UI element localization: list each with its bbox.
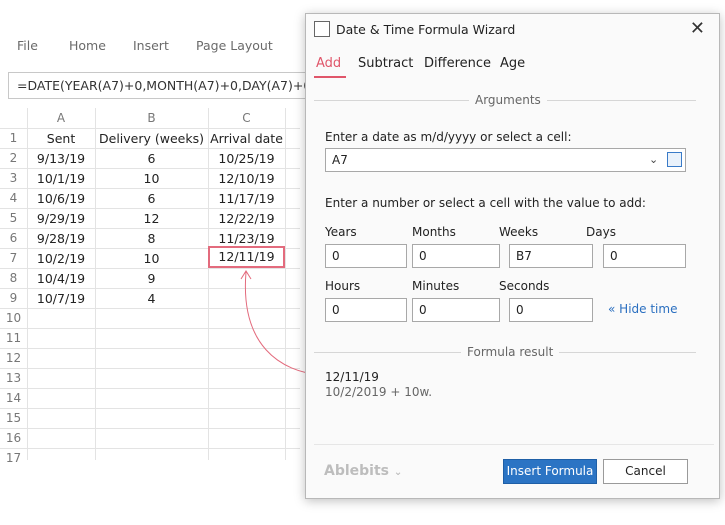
days-label: Days: [586, 225, 616, 239]
calendar-formula-icon: [314, 21, 330, 37]
months-label: Months: [412, 225, 456, 239]
years-input[interactable]: 0: [325, 244, 407, 268]
months-input[interactable]: 0: [412, 244, 500, 268]
minutes-label: Minutes: [412, 279, 460, 293]
select-cell-icon[interactable]: [667, 152, 682, 167]
insert-formula-button[interactable]: Insert Formula: [503, 459, 597, 484]
chevron-down-icon[interactable]: ⌄: [649, 153, 658, 166]
tab-difference[interactable]: Difference: [424, 56, 491, 71]
double-chevron-left-icon: «: [608, 302, 616, 316]
hide-time-label: Hide time: [619, 302, 678, 316]
tab-subtract[interactable]: Subtract: [358, 56, 413, 71]
result-value: 12/11/19: [325, 370, 379, 384]
hours-input[interactable]: 0: [325, 298, 407, 322]
weeks-input[interactable]: B7: [509, 244, 593, 268]
close-icon[interactable]: ✕: [690, 18, 705, 39]
cancel-button[interactable]: Cancel: [603, 459, 688, 484]
tab-add-underline: [314, 76, 346, 78]
date-input[interactable]: A7: [325, 148, 686, 172]
minutes-input[interactable]: 0: [412, 298, 500, 322]
tab-age[interactable]: Age: [500, 56, 525, 71]
arguments-title: Arguments: [469, 93, 547, 107]
formula-wizard-dialog: Date & Time Formula Wizard ✕ Add Subtrac…: [305, 13, 720, 499]
hours-label: Hours: [325, 279, 361, 293]
seconds-label: Seconds: [499, 279, 550, 293]
chevron-down-icon: ⌄: [393, 467, 403, 478]
weeks-label: Weeks: [499, 225, 539, 239]
dialog-title: Date & Time Formula Wizard: [336, 22, 516, 37]
ablebits-logo[interactable]: Ablebits ⌄: [324, 463, 402, 479]
formula-result-title: Formula result: [461, 345, 560, 359]
date-label: Enter a date as m/d/yyyy or select a cel…: [325, 130, 572, 144]
days-input[interactable]: 0: [603, 244, 686, 268]
footer-divider: [314, 444, 714, 445]
result-detail: 10/2/2019 + 10w.: [325, 385, 433, 399]
number-label: Enter a number or select a cell with the…: [325, 196, 646, 210]
years-label: Years: [325, 225, 357, 239]
seconds-input[interactable]: 0: [509, 298, 593, 322]
tab-add[interactable]: Add: [316, 56, 341, 71]
hide-time-link[interactable]: « Hide time: [608, 302, 677, 316]
